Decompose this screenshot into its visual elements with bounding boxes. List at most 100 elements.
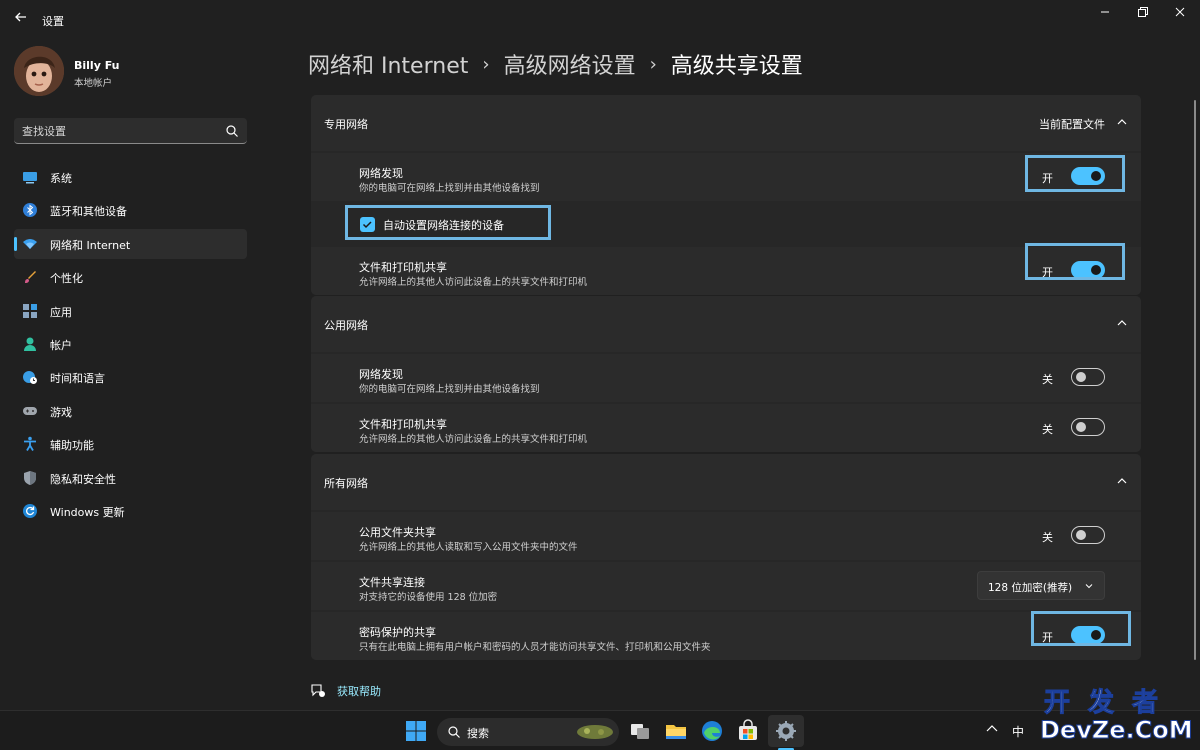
globe-clock-icon — [23, 371, 37, 385]
private-network-header[interactable]: 专用网络 当前配置文件 — [311, 95, 1141, 151]
search-input[interactable] — [22, 123, 212, 139]
edge-icon[interactable] — [700, 719, 724, 743]
title-bar: 设置 — [0, 0, 1200, 40]
toggle-state-label: 关 — [1042, 531, 1053, 544]
private-network-section: 专用网络 当前配置文件 网络发现 你的电脑可在网络上找到并由其他设备找到 开 自… — [311, 95, 1141, 295]
setting-description: 你的电脑可在网络上找到并由其他设备找到 — [359, 384, 540, 395]
settings-icon[interactable] — [774, 719, 798, 743]
bluetooth-icon — [23, 203, 37, 218]
search-icon — [448, 726, 460, 738]
start-icon[interactable] — [404, 719, 428, 743]
settings-search[interactable] — [14, 118, 247, 144]
maximize-button[interactable] — [1123, 4, 1163, 24]
sidebar-item-label: 个性化 — [50, 272, 83, 286]
back-arrow-icon — [15, 12, 26, 22]
maximize-icon — [1138, 7, 1148, 17]
accessibility-icon — [24, 436, 36, 452]
breadcrumb-separator: › — [649, 53, 657, 75]
public-discovery-toggle[interactable] — [1071, 368, 1105, 386]
all-networks-section: 所有网络 公用文件夹共享 允许网络上的其他人读取和写入公用文件夹中的文件 关 文… — [311, 454, 1141, 660]
toggle-state-label: 关 — [1042, 423, 1053, 436]
annotation-highlight-box — [1025, 155, 1125, 192]
taskbar-search-label: 搜索 — [467, 727, 489, 740]
public-file-sharing-toggle[interactable] — [1071, 418, 1105, 436]
setting-description: 允许网络上的其他人访问此设备上的共享文件和打印机 — [359, 277, 588, 288]
sidebar-item-network[interactable]: 网络和 Internet — [14, 228, 247, 259]
sidebar-item-label: 隐私和安全性 — [50, 472, 116, 486]
sidebar-item-time-language[interactable]: 时间和语言 — [14, 362, 247, 392]
help-label: 获取帮助 — [337, 685, 381, 698]
sidebar-item-label: 系统 — [50, 172, 72, 185]
ime-indicator[interactable]: 中 — [1012, 723, 1024, 740]
person-icon — [24, 337, 36, 351]
sidebar-item-label: 蓝牙和其他设备 — [50, 205, 127, 219]
section-title: 所有网络 — [324, 477, 368, 490]
public-network-header[interactable]: 公用网络 — [311, 296, 1141, 352]
search-icon[interactable] — [225, 124, 239, 138]
toggle-knob — [1076, 422, 1086, 432]
sidebar-item-label: 时间和语言 — [50, 372, 105, 386]
breadcrumb-network[interactable]: 网络和 Internet — [308, 48, 468, 80]
all-networks-header[interactable]: 所有网络 — [311, 454, 1141, 510]
back-button[interactable] — [12, 10, 30, 28]
taskbar-search[interactable]: 搜索 — [437, 718, 619, 746]
setting-description: 对支持它的设备使用 128 位加密 — [359, 592, 498, 603]
user-profile[interactable]: Billy Fu 本地帐户 — [14, 46, 254, 102]
private-file-sharing-row: 文件和打印机共享 允许网络上的其他人访问此设备上的共享文件和打印机 开 — [311, 247, 1141, 295]
sidebar-item-label: Windows 更新 — [50, 505, 125, 519]
toggle-state-label: 关 — [1042, 373, 1053, 386]
file-sharing-connection-row: 文件共享连接 对支持它的设备使用 128 位加密 128 位加密(推荐) — [311, 562, 1141, 610]
encryption-dropdown[interactable]: 128 位加密(推荐) — [977, 571, 1105, 600]
close-button[interactable] — [1160, 4, 1200, 24]
current-profile-label: 当前配置文件 — [1039, 118, 1105, 131]
sidebar-item-windows-update[interactable]: Windows 更新 — [14, 496, 247, 526]
avatar — [14, 46, 64, 96]
setting-title: 网络发现 — [359, 368, 403, 381]
sidebar-item-label: 网络和 Internet — [50, 238, 131, 252]
setting-title: 密码保护的共享 — [359, 626, 436, 639]
sidebar-item-accounts[interactable]: 帐户 — [14, 329, 247, 359]
watermark-text-bottom: DevZe.CoM — [1040, 716, 1194, 745]
shield-icon — [24, 470, 36, 485]
sidebar-item-personalization[interactable]: 个性化 — [14, 262, 247, 292]
scrollbar[interactable] — [1194, 100, 1196, 660]
task-view-icon[interactable] — [628, 719, 652, 743]
sidebar-item-bluetooth[interactable]: 蓝牙和其他设备 — [14, 195, 247, 225]
chevron-up-icon[interactable] — [984, 721, 1000, 737]
setting-title: 文件和打印机共享 — [359, 418, 447, 431]
sidebar-item-gaming[interactable]: 游戏 — [14, 396, 247, 426]
annotation-highlight-box — [345, 205, 551, 240]
watermark-logo: 开发者 DevZe.CoM — [1040, 678, 1194, 748]
user-name: Billy Fu — [74, 59, 120, 72]
sidebar-item-label: 游戏 — [50, 405, 72, 419]
private-network-discovery-row: 网络发现 你的电脑可在网络上找到并由其他设备找到 开 — [311, 153, 1141, 201]
breadcrumb: 网络和 Internet › 高级网络设置 › 高级共享设置 — [308, 48, 803, 80]
sidebar-item-label: 帐户 — [50, 338, 72, 352]
setting-title: 文件和打印机共享 — [359, 261, 447, 274]
file-explorer-icon[interactable] — [664, 719, 688, 743]
taskbar: 搜索 中 — [0, 710, 1200, 750]
public-folder-toggle[interactable] — [1071, 526, 1105, 544]
minimize-icon — [1101, 11, 1109, 13]
toggle-knob — [1076, 530, 1086, 540]
toggle-knob — [1076, 372, 1086, 382]
search-highlight-image — [577, 725, 613, 739]
setting-title: 公用文件夹共享 — [359, 526, 436, 539]
store-icon[interactable] — [736, 719, 760, 743]
sidebar-item-system[interactable]: 系统 — [14, 162, 247, 192]
sidebar-item-apps[interactable]: 应用 — [14, 296, 247, 326]
annotation-highlight-box — [1025, 243, 1125, 280]
update-icon — [23, 503, 37, 518]
sidebar-item-accessibility[interactable]: 辅助功能 — [14, 429, 247, 459]
setting-title: 文件共享连接 — [359, 576, 425, 589]
public-network-section: 公用网络 网络发现 你的电脑可在网络上找到并由其他设备找到 关 文件和打印机共享… — [311, 296, 1141, 452]
watermark-text-top: 开发者 — [1043, 688, 1177, 719]
page-title: 高级共享设置 — [670, 54, 803, 79]
chevron-up-icon[interactable] — [1116, 475, 1128, 487]
annotation-highlight-box — [1031, 611, 1131, 646]
chevron-up-icon[interactable] — [1116, 317, 1128, 329]
chevron-up-icon[interactable] — [1116, 116, 1128, 128]
minimize-button[interactable] — [1085, 4, 1125, 24]
breadcrumb-advanced-network[interactable]: 高级网络设置 — [504, 48, 636, 80]
sidebar-item-privacy[interactable]: 隐私和安全性 — [14, 463, 247, 493]
